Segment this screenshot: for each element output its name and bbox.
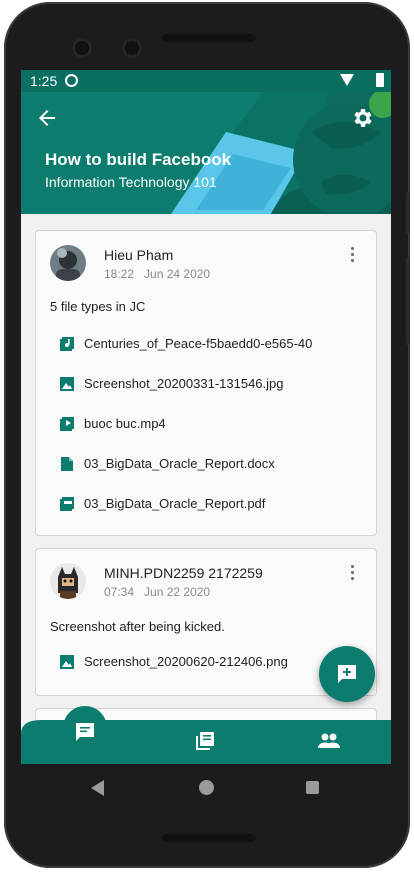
status-time: 1:25: [30, 73, 58, 89]
attachment-item[interactable]: Screenshot_20200620-212406.png: [60, 653, 330, 673]
chat-icon: [76, 723, 94, 741]
more-vert-icon: [348, 565, 356, 580]
post-time: 18:22: [104, 267, 135, 281]
post-text: Screenshot after being kicked.: [50, 619, 225, 634]
attachment-name: Screenshot_20200620-212406.png: [84, 654, 288, 669]
system-recents-button[interactable]: [306, 781, 319, 794]
avatar[interactable]: [50, 245, 86, 281]
gear-icon: [354, 109, 372, 127]
system-back-button[interactable]: [91, 780, 104, 796]
attachment-item[interactable]: 03_BigData_Oracle_Report.docx: [60, 455, 330, 475]
image-file-icon: [60, 655, 74, 669]
video-file-icon: [60, 417, 74, 431]
new-post-fab[interactable]: [319, 646, 375, 702]
post-author: Hieu Pham: [104, 247, 174, 263]
tab-members[interactable]: [309, 726, 349, 758]
attachment-name: 03_BigData_Oracle_Report.pdf: [84, 496, 266, 511]
post-timestamp: 07:34 Jun 22 2020: [104, 585, 210, 599]
library-books-icon: [196, 732, 214, 750]
attachment-name: Screenshot_20200331-131546.jpg: [84, 376, 284, 391]
front-sensor: [122, 38, 142, 58]
back-button[interactable]: [35, 106, 59, 130]
post-card[interactable]: Hieu Pham 18:22 Jun 24 2020 5 file types …: [35, 230, 377, 536]
post-options-button[interactable]: [348, 565, 356, 583]
post-timestamp: 18:22 Jun 24 2020: [104, 267, 210, 281]
people-icon: [318, 733, 340, 748]
attachment-name: buoc buc.mp4: [84, 416, 166, 431]
tab-materials[interactable]: [185, 726, 225, 758]
attachment-name: Centuries_of_Peace-f5baedd0-e565-40: [84, 336, 313, 351]
pdf-file-icon: [60, 497, 74, 511]
post-author: MINH.PDN2259 2172259: [104, 565, 263, 581]
attachment-item[interactable]: Screenshot_20200331-131546.jpg: [60, 375, 330, 395]
audio-file-icon: [60, 337, 74, 351]
system-navigation-bar: [21, 764, 391, 812]
settings-button[interactable]: [351, 106, 375, 130]
app-screen: 1:25 How to build Facebook Information T…: [21, 70, 391, 764]
class-header: How to build Facebook Information Techno…: [21, 92, 391, 214]
avatar[interactable]: [50, 563, 86, 599]
system-home-button[interactable]: [199, 780, 214, 795]
bottom-speaker: [162, 834, 256, 842]
wifi-icon: [340, 74, 354, 86]
status-bar: 1:25: [21, 70, 391, 92]
attachment-item[interactable]: buoc buc.mp4: [60, 415, 330, 435]
add-comment-icon: [338, 665, 356, 683]
attachment-item[interactable]: Centuries_of_Peace-f5baedd0-e565-40: [60, 335, 330, 355]
tab-stream[interactable]: [63, 706, 107, 750]
battery-icon: [376, 73, 384, 87]
volume-button: [406, 257, 410, 345]
post-text: 5 file types in JC: [50, 299, 146, 314]
post-date: Jun 24 2020: [144, 267, 211, 281]
document-file-icon: [61, 457, 73, 471]
attachment-item[interactable]: 03_BigData_Oracle_Report.pdf: [60, 495, 330, 515]
attachment-name: 03_BigData_Oracle_Report.docx: [84, 456, 275, 471]
front-camera: [72, 38, 92, 58]
arrow-back-icon: [39, 110, 55, 126]
image-file-icon: [60, 377, 74, 391]
post-time: 07:34: [104, 585, 135, 599]
power-button: [406, 192, 410, 234]
earpiece-speaker: [162, 34, 256, 42]
avatar-photo: [50, 563, 86, 599]
course-subtitle: Information Technology 101: [45, 174, 217, 190]
more-vert-icon: [348, 247, 356, 262]
course-title: How to build Facebook: [45, 150, 232, 169]
sync-status-icon: [65, 74, 78, 87]
post-feed[interactable]: Hieu Pham 18:22 Jun 24 2020 5 file types …: [21, 214, 391, 720]
post-options-button[interactable]: [348, 247, 356, 265]
avatar-photo: [50, 245, 86, 281]
post-date: Jun 22 2020: [144, 585, 211, 599]
bottom-navigation: [21, 706, 391, 764]
